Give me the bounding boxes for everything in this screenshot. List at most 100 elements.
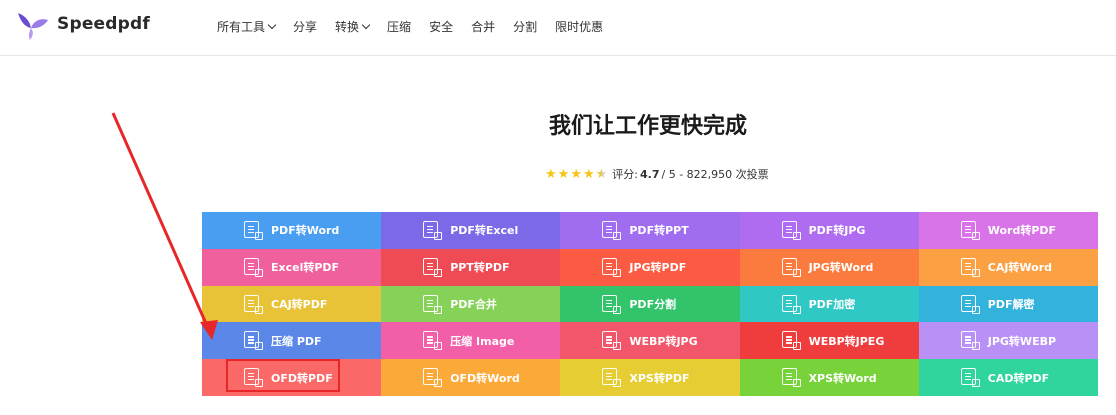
brand-name[interactable]: Speedpdf [57,14,150,34]
nav-item-6[interactable]: 分割 [513,18,537,35]
star-icon: ★ [595,166,608,182]
document-icon [781,368,801,388]
tool-tile[interactable]: 压缩 Image [381,322,561,360]
document-icon [602,294,622,314]
tool-label: 压缩 Image [450,334,515,348]
tool-label: WEBP转JPEG [808,334,885,348]
tool-tile[interactable]: Excel转PDF [202,248,382,286]
nav-item-label: 所有工具 [217,20,266,34]
nav-item-label: 合并 [471,20,496,34]
document-icon [244,331,263,351]
nav-item-label: 安全 [429,20,454,34]
tool-tile[interactable]: WEBP转JPG [560,322,740,360]
chevron-down-icon [267,20,277,30]
tool-tile[interactable]: PDF转Excel [381,212,561,249]
tool-tile[interactable]: XPS转Word [739,359,919,396]
tool-tile[interactable]: OFD转PDF [202,359,382,396]
tool-label: Word转PDF [987,224,1057,238]
tool-label: JPG转Word [808,261,874,275]
document-icon [960,257,980,277]
tool-label: WEBP转JPG [629,334,698,348]
star-icon: ★ [545,166,557,182]
tool-tile[interactable]: PDF合并 [381,285,561,323]
tool-tile[interactable]: CAJ转Word [918,248,1098,286]
document-icon [781,221,801,240]
star-icon: ★ [570,166,582,182]
document-icon [244,257,263,277]
document-icon [781,294,801,314]
tool-tile[interactable]: PDF解密 [918,285,1098,323]
tool-label: PPT转PDF [450,261,510,275]
nav-item-2[interactable]: 转换 [335,18,371,35]
tool-label: PDF转JPG [808,224,866,238]
document-icon [423,331,443,351]
page-headline: 我们让工作更快完成 [549,114,748,139]
document-icon [781,257,801,277]
star-icon: ★ [582,166,595,182]
nav-item-label: 分割 [513,20,538,34]
rating-summary: ★ ★ ★ ★ ★ 评分: 4.7 / 5 - 822,950 次投票 [545,166,769,182]
tool-label: OFD转PDF [271,371,333,385]
tool-label: JPG转PDF [629,261,687,275]
nav-item-label: 限时优惠 [555,20,604,34]
tool-label: PDF转Excel [450,224,519,238]
tool-label: PDF分割 [629,297,677,311]
tool-label: Excel转PDF [271,261,340,275]
rating-stars: ★ ★ ★ ★ ★ [545,168,608,181]
rating-votes: / 5 - 822,950 次投票 [661,168,769,181]
tool-label: XPS转PDF [629,371,690,385]
nav-item-7[interactable]: 限时优惠 [555,18,603,35]
tool-tile[interactable]: PPT转PDF [381,248,561,286]
document-icon [244,368,263,388]
tool-tile[interactable]: PDF转PPT [560,212,740,249]
document-icon [602,221,622,240]
tool-tile[interactable]: PDF加密 [739,285,919,323]
document-icon [423,294,443,314]
document-icon [960,294,980,314]
star-icon: ★ [557,166,570,182]
tool-label: CAD转PDF [987,371,1050,385]
tool-tile[interactable]: OFD转Word [381,359,561,396]
nav-item-3[interactable]: 压缩 [387,18,411,35]
tool-tile[interactable]: CAJ转PDF [202,285,382,323]
nav-item-label: 转换 [335,20,360,34]
tool-label: CAJ转PDF [271,297,328,311]
tool-label: JPG转WEBP [987,334,1057,348]
tool-label: PDF转Word [271,224,340,238]
tool-label: PDF合并 [450,297,497,311]
nav-item-4[interactable]: 安全 [429,18,453,35]
tool-tile[interactable]: 压缩 PDF [202,322,382,360]
tool-label: PDF转PPT [629,224,689,238]
tool-tile[interactable]: Word转PDF [918,212,1098,249]
tool-tile[interactable]: PDF分割 [560,285,740,323]
tool-tile[interactable]: PDF转JPG [739,212,919,249]
document-icon [781,331,801,351]
document-icon [960,331,980,351]
document-icon [244,221,263,240]
document-icon [602,257,622,277]
nav-item-1[interactable]: 分享 [293,18,317,35]
document-icon [602,368,622,388]
rating-score: 4.7 [640,167,660,181]
document-icon [960,221,980,240]
tool-tile[interactable]: PDF转Word [202,212,382,249]
nav-item-label: 分享 [293,20,318,34]
tool-tile[interactable]: CAD转PDF [918,359,1098,396]
chevron-down-icon [361,20,371,30]
tool-tile[interactable]: WEBP转JPEG [739,322,919,360]
tool-tile[interactable]: JPG转PDF [560,248,740,286]
tool-tile[interactable]: JPG转Word [739,248,919,286]
tool-label: 压缩 PDF [271,334,322,348]
tool-tile[interactable]: XPS转PDF [560,359,740,396]
document-icon [423,368,443,388]
document-icon [423,221,443,240]
tool-tile[interactable]: JPG转WEBP [918,322,1098,360]
document-icon [602,331,622,351]
speedpdf-logo-icon[interactable] [16,10,50,42]
document-icon [244,294,263,314]
document-icon [423,257,443,277]
nav-item-5[interactable]: 合并 [471,18,495,35]
nav-item-0[interactable]: 所有工具 [217,18,277,35]
main-nav: 所有工具 分享 转换 压缩 安全 合并 分割 限时优惠 [217,18,621,35]
tool-label: PDF解密 [987,297,1035,311]
